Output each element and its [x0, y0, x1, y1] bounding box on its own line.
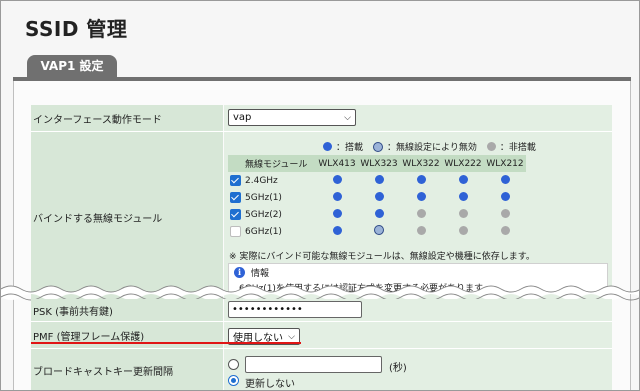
mounted-dot-icon	[416, 174, 426, 184]
interface-mode-select[interactable]: vap ⌵	[228, 109, 356, 126]
mounted-dot-icon	[458, 191, 468, 201]
page-title: SSID 管理	[25, 17, 128, 41]
chevron-down-icon: ⌵	[288, 331, 295, 342]
module-name: 5GHz(2)	[245, 209, 282, 220]
module-name: 5GHz(1)	[245, 192, 282, 203]
not-mounted-dot-icon	[500, 225, 510, 235]
table-header-blank	[228, 155, 242, 172]
mounted-dot-icon	[374, 208, 384, 218]
mounted-dot-icon	[332, 225, 342, 235]
info-title: 情報	[251, 269, 270, 279]
broadcast-interval-unit: (秒)	[389, 363, 407, 374]
mounted-dot-icon	[416, 191, 426, 201]
not-mounted-dot-icon	[416, 208, 426, 218]
broadcast-no-update-label: 更新しない	[245, 379, 295, 390]
module-table: 無線モジュール WLX413 WLX323 WLX322 WLX222 WLX2…	[228, 155, 526, 240]
bind-module-label: バインドする無線モジュール	[31, 132, 223, 302]
module-checkbox-5ghz-2[interactable]	[229, 209, 241, 220]
binding-note: ※ 実際にバインド可能な無線モジュールは、無線設定や機種に依存します。	[229, 252, 535, 262]
module-name: 6GHz(1)	[245, 226, 282, 237]
mounted-dot-icon	[374, 191, 384, 201]
not-mounted-dot-icon	[416, 225, 426, 235]
legend-disabled: ：無線設定により無効	[387, 143, 477, 153]
mounted-dot-icon	[500, 174, 510, 184]
table-header-model: WLX212	[484, 155, 526, 172]
legend-mounted: ：搭載	[336, 143, 364, 153]
broadcast-interval-input[interactable]	[245, 356, 382, 373]
mounted-dot-icon	[332, 208, 342, 218]
mounted-dot-icon	[500, 191, 510, 201]
mounted-dot-icon	[458, 174, 468, 184]
not-mounted-dot-icon	[458, 208, 468, 218]
broadcast-key-label: ブロードキャストキー更新間隔	[31, 349, 223, 390]
highlight-underline	[31, 342, 301, 344]
not-mounted-dot-icon	[500, 208, 510, 218]
pmf-label: PMF (管理フレーム保護)	[31, 322, 223, 348]
psk-input[interactable]: ••••••••••••	[228, 301, 362, 318]
table-header-model: WLX413	[316, 155, 358, 172]
table-row: 2.4GHz	[228, 172, 526, 189]
table-row: 6GHz(1)	[228, 223, 526, 240]
module-checkbox-2-4ghz[interactable]	[229, 175, 241, 186]
table-header-model: WLX322	[400, 155, 442, 172]
tab-vap1-settings[interactable]: VAP1 設定	[27, 55, 117, 77]
module-checkbox-6ghz-1[interactable]	[229, 226, 241, 237]
table-row: 5GHz(2)	[228, 206, 526, 223]
mounted-dot-icon	[332, 191, 342, 201]
module-checkbox-5ghz-1[interactable]	[229, 192, 241, 203]
table-row: 5GHz(1)	[228, 189, 526, 206]
table-header-model: WLX222	[442, 155, 484, 172]
chevron-down-icon: ⌵	[344, 112, 351, 123]
window-frame: SSID 管理 VAP1 設定 インターフェース動作モード vap ⌵ バインド…	[0, 0, 640, 391]
table-header-model: WLX323	[358, 155, 400, 172]
disabled-dot-icon	[374, 225, 384, 235]
broadcast-no-update-radio[interactable]	[228, 375, 239, 386]
psk-label: PSK (事前共有鍵)	[31, 299, 223, 321]
interface-mode-value: vap	[233, 112, 252, 123]
info-icon: i	[234, 267, 245, 278]
mounted-dot-icon	[323, 142, 332, 151]
table-header-module: 無線モジュール	[242, 155, 316, 172]
broadcast-interval-radio[interactable]	[228, 359, 239, 370]
interface-mode-label: インターフェース動作モード	[31, 105, 223, 131]
module-legend: ：搭載 ：無線設定により無効 ：非搭載	[323, 140, 536, 153]
not-mounted-dot-icon	[486, 142, 496, 151]
module-name: 2.4GHz	[245, 175, 278, 186]
disabled-dot-icon	[373, 141, 384, 152]
legend-not-mounted: ：非搭載	[499, 143, 536, 153]
mounted-dot-icon	[374, 174, 384, 184]
not-mounted-dot-icon	[458, 225, 468, 235]
mounted-dot-icon	[332, 174, 342, 184]
